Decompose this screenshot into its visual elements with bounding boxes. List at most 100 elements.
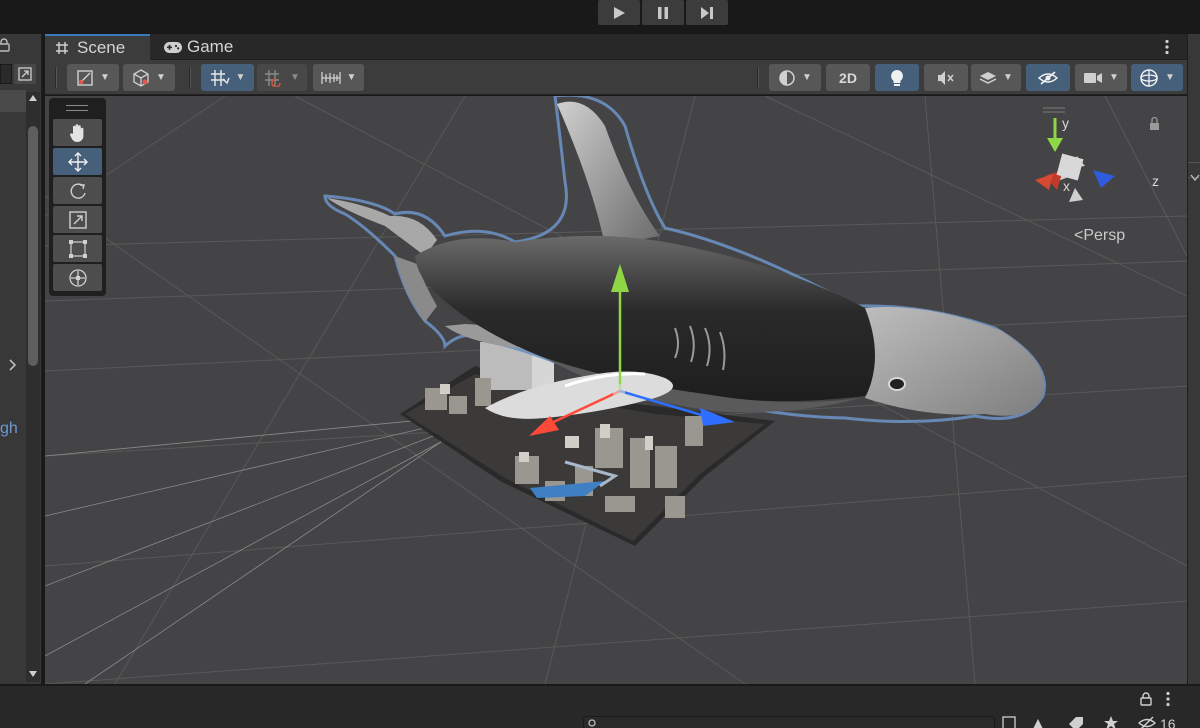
dropdown-arrow-icon: ▼ [1109, 72, 1119, 83]
chevron-right-icon[interactable] [8, 358, 18, 372]
scene-toolbar: ▼ ▼ ▼ ▼ ▼ ▼ 2D ▼ ▼ ▼ [45, 60, 1187, 95]
audio-toggle-button[interactable] [924, 64, 968, 91]
draw-mode-icon [77, 69, 93, 86]
pause-button[interactable] [642, 0, 684, 25]
projection-toggle[interactable]: <Persp [1074, 227, 1125, 245]
search-icon [588, 719, 596, 727]
increment-snapping-button[interactable]: ▼ [257, 64, 307, 91]
scroll-up-icon[interactable] [28, 94, 38, 102]
scene-viewport[interactable]: y x z [45, 96, 1187, 684]
move-tool-icon [67, 151, 88, 172]
toolbar-separator [189, 67, 191, 88]
dropdown-arrow-icon: ▼ [1165, 72, 1175, 83]
play-mode-bar [0, 0, 1200, 28]
camera-icon [1084, 72, 1103, 83]
window-icon[interactable] [1002, 716, 1016, 728]
eye-hidden-icon [1038, 70, 1058, 85]
tool-palette [49, 98, 106, 296]
toolbar-grip [55, 67, 57, 88]
dropdown-arrow-icon: ▼ [235, 72, 246, 83]
hand-tool-button[interactable] [53, 119, 102, 146]
palette-grip[interactable] [66, 105, 88, 111]
sphere-icon [779, 69, 795, 86]
tab-scene-label: Scene [77, 38, 126, 57]
gizmos-button[interactable]: ▼ [1131, 64, 1183, 91]
dropdown-arrow-icon: ▼ [1003, 72, 1013, 83]
shapes-filter-icon[interactable] [1032, 716, 1048, 728]
dropdown-arrow-icon: ▼ [346, 72, 357, 83]
star-icon[interactable] [1103, 716, 1119, 728]
rotate-tool-button[interactable] [53, 177, 102, 204]
lock-icon[interactable] [1140, 692, 1152, 706]
hierarchy-scrollbar[interactable] [26, 92, 40, 682]
transform-tool-button[interactable] [53, 264, 102, 291]
orientation-gizmo [1035, 118, 1115, 202]
shading-mode-button[interactable]: ▼ [123, 64, 175, 91]
hierarchy-panel: gh [0, 34, 42, 684]
2d-mode-label: 2D [839, 69, 857, 86]
axis-z-label: z [1152, 173, 1159, 189]
play-button[interactable] [598, 0, 640, 25]
hierarchy-item-label[interactable]: gh [0, 420, 18, 438]
axis-y-label: y [1062, 115, 1069, 131]
scroll-thumb[interactable] [28, 126, 38, 366]
dropdown-arrow-icon: ▼ [290, 72, 300, 83]
lighting-toggle-button[interactable] [875, 64, 919, 91]
gizmo-sphere-icon [1140, 68, 1158, 87]
snap-increment-icon [265, 69, 281, 87]
scene-canvas [45, 96, 1187, 684]
selected-row[interactable] [0, 90, 26, 112]
axis-x-label: x [1063, 178, 1070, 194]
hand-tool-icon [69, 123, 83, 142]
rotate-tool-icon [70, 183, 86, 199]
chevron-left-icon: < [1074, 227, 1084, 244]
shading-sphere-button[interactable]: ▼ [769, 64, 821, 91]
scroll-down-icon[interactable] [28, 670, 38, 678]
cube-icon [133, 68, 149, 87]
projection-label: Persp [1083, 227, 1126, 244]
light-rays [45, 411, 486, 684]
ruler-icon [320, 71, 341, 84]
dropdown-arrow-icon: ▼ [156, 72, 166, 83]
grid-snapping-button[interactable]: ▼ [201, 64, 254, 91]
tab-game-label: Game [187, 37, 234, 56]
scene-visibility-button[interactable] [1026, 64, 1070, 91]
dropdown-arrow-icon: ▼ [802, 72, 812, 83]
project-search-input[interactable] [583, 716, 995, 728]
tag-icon[interactable] [1068, 716, 1084, 728]
layers-effects-icon [979, 71, 997, 84]
tab-game[interactable]: Game [157, 34, 257, 60]
pause-icon [658, 6, 668, 19]
scale-tool-icon [68, 210, 87, 229]
search-field-edge[interactable] [0, 64, 12, 84]
lock-icon[interactable] [0, 38, 10, 52]
inspector-panel-edge [1187, 34, 1200, 684]
move-tool-button[interactable] [53, 148, 102, 175]
kebab-menu-icon[interactable] [1166, 691, 1170, 707]
mute-icon [938, 70, 954, 85]
create-button[interactable] [14, 64, 36, 84]
shark-model [323, 96, 1046, 424]
step-icon [701, 6, 713, 19]
hidden-count: 16 [1160, 716, 1176, 728]
chevron-down-icon[interactable] [1190, 174, 1200, 182]
grid-hash-icon [56, 42, 68, 54]
scale-tool-button[interactable] [53, 206, 102, 233]
viewport-lock-icon [1150, 116, 1159, 130]
kebab-menu-icon[interactable] [1165, 39, 1169, 55]
scene-tab-bar: Scene Game [45, 34, 1187, 60]
dropdown-arrow-icon: ▼ [100, 72, 110, 83]
tab-scene[interactable]: Scene [45, 34, 150, 60]
effects-button[interactable]: ▼ [971, 64, 1021, 91]
grid-snap-icon [210, 69, 230, 86]
toolbar-separator [757, 67, 759, 88]
camera-settings-button[interactable]: ▼ [1075, 64, 1127, 91]
ruler-button[interactable]: ▼ [313, 64, 364, 91]
transform-tool-icon [68, 268, 87, 287]
draw-mode-button[interactable]: ▼ [67, 64, 119, 91]
step-button[interactable] [686, 0, 728, 25]
2d-mode-button[interactable]: 2D [826, 64, 870, 91]
eye-hidden-icon[interactable] [1138, 716, 1156, 728]
rect-tool-button[interactable] [53, 235, 102, 262]
rect-tool-icon [68, 239, 87, 258]
